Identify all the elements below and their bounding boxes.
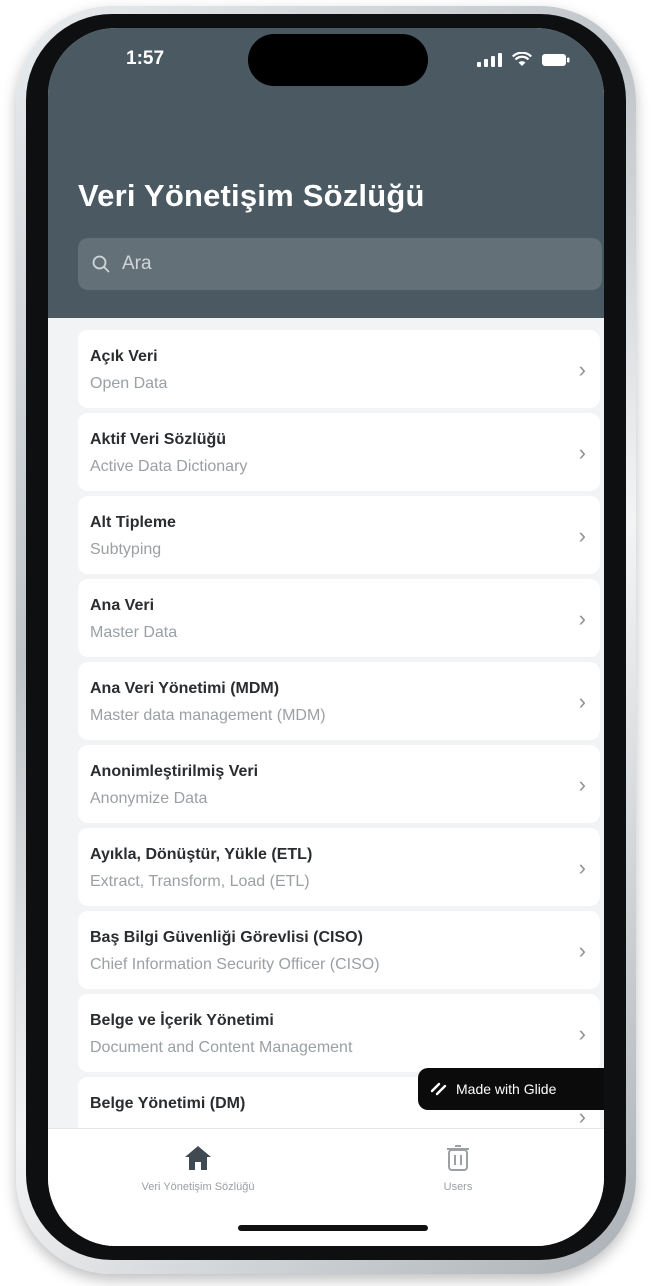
list-item[interactable]: Baş Bilgi Güvenliği Görevlisi (CISO) Chi… bbox=[78, 911, 600, 989]
list-item[interactable]: Ayıkla, Dönüştür, Yükle (ETL) Extract, T… bbox=[78, 828, 600, 906]
chevron-right-icon: › bbox=[578, 938, 586, 963]
chevron-right-icon: › bbox=[578, 1021, 586, 1046]
glossary-list: Açık Veri Open Data › Aktif Veri Sözlüğü… bbox=[48, 318, 604, 1128]
item-subtitle: Extract, Transform, Load (ETL) bbox=[90, 873, 310, 890]
chevron-right-icon: › bbox=[578, 689, 586, 714]
search-bar[interactable] bbox=[78, 238, 602, 290]
chevron-right-icon: › bbox=[578, 357, 586, 382]
item-subtitle: Open Data bbox=[90, 375, 168, 392]
home-indicator[interactable] bbox=[238, 1225, 428, 1231]
battery-icon bbox=[542, 53, 570, 67]
home-icon bbox=[185, 1146, 211, 1170]
tab-home[interactable]: Veri Yönetişim Sözlüğü bbox=[108, 1143, 288, 1193]
signal-icon bbox=[477, 52, 502, 67]
list-item[interactable]: Aktif Veri Sözlüğü Active Data Dictionar… bbox=[78, 413, 600, 491]
item-title: Baş Bilgi Güvenliği Görevlisi (CISO) bbox=[90, 929, 363, 946]
item-subtitle: Anonymize Data bbox=[90, 790, 208, 807]
item-title: Ana Veri bbox=[90, 597, 155, 614]
list-item[interactable]: Ana Veri Master Data › bbox=[78, 579, 600, 657]
item-title: Ayıkla, Dönüştür, Yükle (ETL) bbox=[90, 846, 313, 863]
page-title: Veri Yönetişim Sözlüğü bbox=[78, 178, 425, 213]
tab-bar: Veri Yönetişim Sözlüğü Users bbox=[48, 1128, 604, 1246]
search-icon bbox=[92, 255, 110, 273]
item-title: Belge Yönetimi (DM) bbox=[90, 1095, 246, 1112]
app-header: 1:57 Veri Yönetişim Sözlüğü bbox=[48, 28, 604, 318]
item-subtitle: Master data management (MDM) bbox=[90, 707, 326, 724]
chevron-right-icon: › bbox=[578, 772, 586, 797]
made-with-glide-badge[interactable]: Made with Glide bbox=[418, 1068, 604, 1110]
tab-users[interactable]: Users bbox=[408, 1143, 508, 1193]
chevron-right-icon: › bbox=[578, 855, 586, 880]
list-item[interactable]: Ana Veri Yönetimi (MDM) Master data mana… bbox=[78, 662, 600, 740]
trash-icon bbox=[447, 1145, 469, 1171]
tab-label: Users bbox=[443, 1181, 473, 1193]
glide-badge-label: Made with Glide bbox=[456, 1081, 557, 1097]
item-subtitle: Active Data Dictionary bbox=[90, 458, 248, 475]
item-title: Belge ve İçerik Yönetimi bbox=[90, 1012, 274, 1029]
item-subtitle: Chief Information Security Officer (CISO… bbox=[90, 956, 380, 973]
item-title: Açık Veri bbox=[90, 348, 158, 365]
item-title: Alt Tipleme bbox=[90, 514, 176, 531]
list-item[interactable]: Belge ve İçerik Yönetimi Document and Co… bbox=[78, 994, 600, 1072]
item-title: Aktif Veri Sözlüğü bbox=[90, 431, 227, 448]
chevron-right-icon: › bbox=[578, 606, 586, 631]
app-screen: 1:57 Veri Yönetişim Sözlüğü Ara Açık Ver… bbox=[48, 28, 604, 1246]
search-input[interactable] bbox=[120, 252, 544, 276]
item-subtitle: Subtyping bbox=[90, 541, 162, 558]
item-subtitle: Document and Content Management bbox=[90, 1039, 353, 1056]
chevron-right-icon: › bbox=[578, 440, 586, 465]
item-title: Ana Veri Yönetimi (MDM) bbox=[90, 680, 280, 697]
item-subtitle: Master Data bbox=[90, 624, 178, 641]
wifi-icon bbox=[512, 52, 532, 67]
status-time: 1:57 bbox=[126, 48, 165, 69]
glide-logo-icon bbox=[430, 1082, 447, 1096]
list-item[interactable]: Anonimleştirilmiş Veri Anonymize Data › bbox=[78, 745, 600, 823]
list-item[interactable]: Açık Veri Open Data › bbox=[78, 330, 600, 408]
chevron-right-icon: › bbox=[578, 523, 586, 548]
tab-label: Veri Yönetişim Sözlüğü bbox=[141, 1181, 255, 1193]
dynamic-island bbox=[248, 34, 428, 86]
list-item[interactable]: Alt Tipleme Subtyping › bbox=[78, 496, 600, 574]
item-title: Anonimleştirilmiş Veri bbox=[90, 763, 259, 780]
status-icons bbox=[477, 52, 570, 67]
